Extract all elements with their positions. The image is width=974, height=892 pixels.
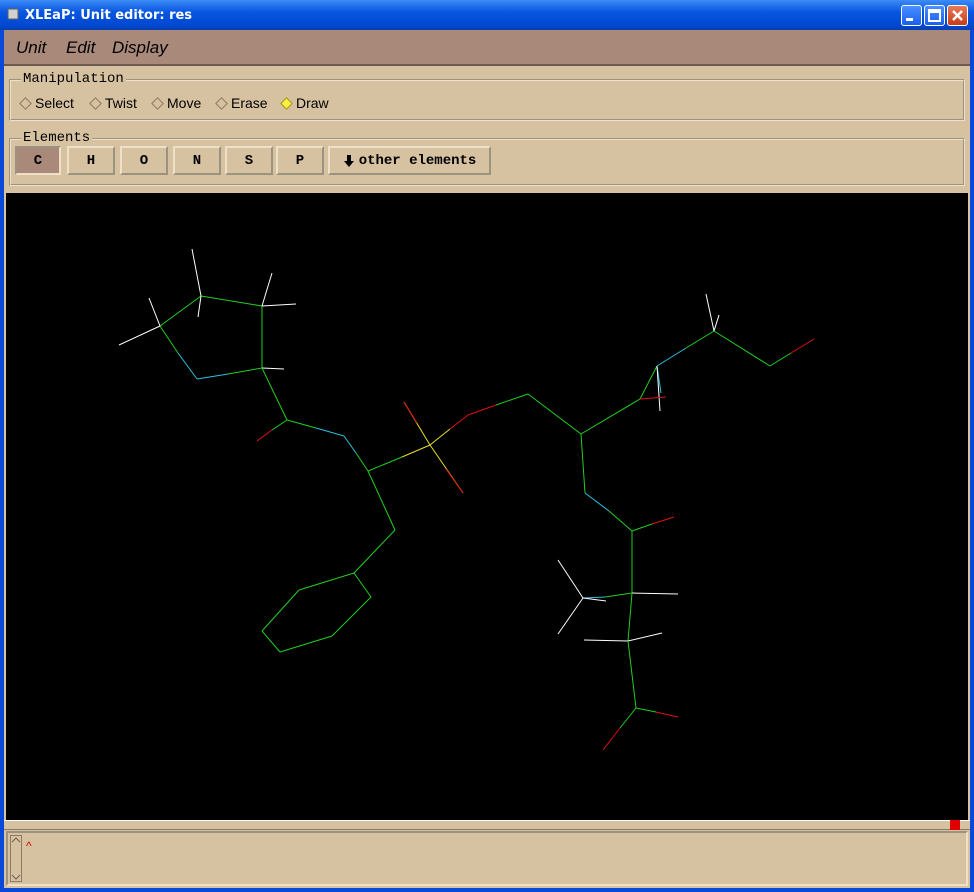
other-elements-label: other elements	[358, 152, 477, 169]
molecule-drawing	[118, 248, 815, 751]
elements-group: Elements C H O N S P other elements	[9, 130, 965, 186]
scroll-up-arrow-icon	[11, 837, 21, 843]
app-icon	[7, 8, 19, 20]
radio-twist[interactable]: Twist	[89, 95, 137, 111]
resize-sash-handle[interactable]	[950, 820, 960, 830]
scroll-down-arrow-icon	[11, 874, 21, 880]
element-s-button[interactable]: S	[225, 146, 273, 175]
text-cursor-icon: ^	[26, 839, 32, 853]
close-icon	[952, 10, 963, 21]
radio-diamond-icon	[19, 96, 32, 110]
elements-label: Elements	[21, 130, 93, 146]
radio-draw-label: Draw	[296, 95, 329, 111]
close-button[interactable]	[947, 5, 968, 26]
minimize-icon	[906, 18, 913, 21]
element-o-button[interactable]: O	[120, 146, 168, 175]
manipulation-group: Manipulation Select Twist Move Erase Dra…	[9, 71, 965, 121]
window-title: XLEaP: Unit editor: res	[25, 8, 193, 23]
menu-display[interactable]: Display	[112, 38, 168, 58]
molecule-canvas[interactable]	[6, 193, 968, 820]
radio-diamond-selected-icon	[280, 96, 293, 110]
radio-select-label: Select	[35, 95, 74, 111]
other-elements-button[interactable]: other elements	[328, 146, 491, 175]
manipulation-label: Manipulation	[21, 71, 126, 87]
console-area[interactable]: ^	[6, 831, 968, 886]
radio-move-label: Move	[167, 95, 202, 111]
radio-select[interactable]: Select	[19, 95, 74, 111]
minimize-button[interactable]	[901, 5, 922, 26]
element-h-button[interactable]: H	[67, 146, 115, 175]
maximize-button[interactable]	[924, 5, 945, 26]
menu-edit[interactable]: Edit	[66, 38, 95, 58]
title-bar[interactable]: XLEaP: Unit editor: res	[0, 0, 974, 30]
element-c-button[interactable]: C	[15, 146, 61, 175]
radio-twist-label: Twist	[105, 95, 137, 111]
radio-move[interactable]: Move	[151, 95, 202, 111]
radio-diamond-icon	[89, 96, 102, 110]
element-p-button[interactable]: P	[276, 146, 324, 175]
menu-bar: Unit Edit Display	[4, 30, 970, 66]
radio-erase-label: Erase	[231, 95, 268, 111]
arrow-down-icon	[343, 154, 354, 167]
radio-draw[interactable]: Draw	[280, 95, 329, 111]
radio-diamond-icon	[215, 96, 228, 110]
radio-erase[interactable]: Erase	[215, 95, 268, 111]
radio-diamond-icon	[151, 96, 164, 110]
maximize-icon	[928, 9, 941, 22]
pane-divider[interactable]	[4, 820, 970, 830]
console-scrollbar[interactable]	[10, 835, 22, 882]
element-n-button[interactable]: N	[173, 146, 221, 175]
menu-unit[interactable]: Unit	[16, 38, 46, 58]
